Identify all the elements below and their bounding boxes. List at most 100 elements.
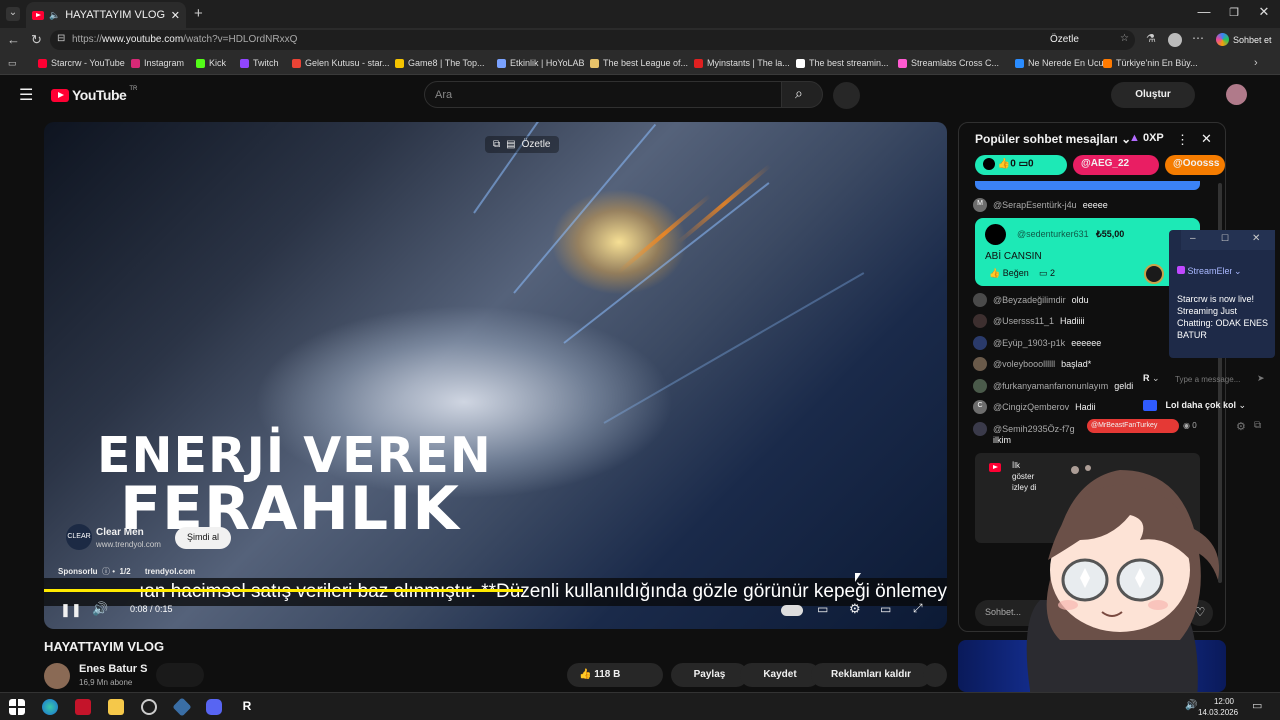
youtube-logo[interactable]: YouTube TR [51,86,137,103]
vpn-app-icon[interactable] [172,697,192,717]
channel-avatar[interactable] [44,663,70,689]
more-actions-button[interactable] [923,663,947,687]
bookmark-item[interactable]: The best League of... [590,58,688,68]
subscribe-button[interactable] [156,663,204,687]
like-button[interactable]: 👍 118 B [567,663,663,687]
search-button[interactable]: ⌕ [781,81,823,108]
riot-client-icon[interactable]: R [239,699,255,715]
steam-like-icon[interactable] [141,699,157,715]
bookmark-item[interactable]: Instagram [131,58,184,68]
chat-message[interactable]: @furkanyamanfanonunlayım geldi [973,379,1133,393]
shop-now-button[interactable]: Şimdi al [175,527,231,549]
reading-list-icon[interactable]: ▭ [8,58,17,69]
video-player[interactable]: ⧉ ▤ Özetle ENERJİ VEREN FERAHLIK CLEAR C… [44,122,947,629]
overlay-close-icon[interactable]: ✕ [1252,233,1260,244]
ozetle-browser-button[interactable]: Özetle [1050,34,1079,45]
overlay-chevron-down-icon[interactable]: ⌄ [1152,373,1160,383]
overlay-minimize-icon[interactable]: – [1190,233,1196,244]
new-tab-icon[interactable]: + [194,5,203,22]
active-tab[interactable]: 🔈 HAYATTAYIM VLOG - YouTube ✕ [26,2,186,28]
chat-author[interactable]: @voleybooollllll [993,359,1055,369]
superchat-replies-button[interactable]: ▭ 2 [1039,268,1055,279]
bookmark-item[interactable]: Ne Nerede En Ucu... [1015,58,1111,68]
fullscreen-icon[interactable]: ⤢ [913,601,923,616]
subtitles-icon[interactable]: ▭ [817,602,828,616]
copilot-button[interactable]: Sohbet et [1216,33,1272,46]
chat-author[interactable]: @Beyzadeğilimdir [993,295,1066,305]
overlay-settings-icon[interactable]: ⚙ [1236,420,1246,433]
windows-start-icon[interactable] [9,699,25,715]
overlay-popout-icon[interactable]: ⧉ [1254,420,1261,431]
bookmark-item[interactable]: Kick [196,58,226,68]
bookmark-item[interactable]: Türkiye'nin En Büy... [1103,58,1198,68]
chat-author[interactable]: @Usersss11_1 [993,316,1054,326]
settings-gear-icon[interactable]: ⚙ [849,601,861,617]
chat-author[interactable]: @CingizQemberov [993,402,1069,412]
file-explorer-icon[interactable] [108,699,124,715]
account-avatar[interactable] [1226,84,1247,105]
overlay-send-icon[interactable]: ➤ [1257,373,1265,384]
advertiser-name[interactable]: Clear Men [96,527,144,538]
reload-icon[interactable]: ↻ [31,32,42,48]
profile-avatar[interactable] [1168,33,1182,47]
edge-browser-icon[interactable] [42,699,58,715]
back-icon[interactable]: ← [7,32,20,47]
speaker-tray-icon[interactable]: 🔊 [1185,700,1197,711]
bookmark-item[interactable]: Etkinlik | HoYoLAB [497,58,585,68]
ozetle-video-chip[interactable]: ⧉ ▤ Özetle [485,136,559,153]
notification-center-icon[interactable]: ▭ [1252,699,1262,712]
chat-message[interactable]: @voleybooollllll başlad* [973,357,1091,371]
bookmark-item[interactable]: Game8 | The Top... [395,58,485,68]
ad-progress-bar[interactable] [44,589,523,592]
bookmark-item[interactable]: Starcrw - YouTube [38,58,125,68]
chat-message[interactable]: M @SerapEsentürk-j4u eeeee [973,198,1108,212]
bookmark-item[interactable]: Streamlabs Cross C... [898,58,999,68]
chat-message[interactable]: @Beyzadeğilimdir oldu [973,293,1089,307]
miniplayer-icon[interactable]: ⧉ [493,139,500,150]
discord-icon[interactable] [206,699,222,715]
xp-badge[interactable]: ▲ 0XP [1129,132,1164,144]
extensions-icon[interactable]: ⚗ [1146,32,1156,45]
jewel-icon[interactable] [1144,264,1164,284]
bookmark-item[interactable]: The best streamin... [796,58,889,68]
share-button[interactable]: Paylaş [671,663,748,687]
ticker-item-0[interactable]: 👍0 ▭0 [975,155,1067,175]
streamelements-header[interactable]: StreamElements ⌄ [1177,266,1263,277]
volume-icon[interactable]: 🔊 [92,601,108,617]
remove-ads-button[interactable]: Reklamları kaldır [811,663,931,687]
overlay-message-input[interactable]: Type a message... [1175,375,1253,384]
chat-author[interactable]: @Eyüp_1903-p1k [993,338,1065,348]
ad-domain[interactable]: trendyol.com [145,567,195,576]
ticker-item-1[interactable]: @AEG_22 [1073,155,1159,175]
chat-message[interactable]: C @CingizQemberov Hadii [973,400,1096,414]
overlay-user-chip[interactable]: @MrBeastFanTurkey [1087,419,1179,433]
chat-author[interactable]: @Semih2935Öz-f7g [993,424,1075,434]
chat-message[interactable]: @Usersss11_1 Hadiiii [973,314,1085,328]
close-window-icon[interactable]: ✕ [1246,4,1280,20]
bookmark-item[interactable]: Gelen Kutusu - star... [292,58,390,68]
menu-dots-icon[interactable]: ⋯ [1192,31,1204,45]
overlay-channel-row[interactable]: Lol daha çok kol ⌄ [1143,400,1246,412]
superchat-card[interactable]: @sedenturker631 ₺55,00 ABİ CANSIN 👍 Beğe… [975,218,1200,286]
hamburger-menu-icon[interactable]: ☰ [19,85,33,105]
overlay-maximize-icon[interactable]: ☐ [1221,233,1229,244]
chat-message[interactable]: @Semih2935Öz-f7g ilkim [973,422,1075,445]
chat-menu-icon[interactable]: ⋮ [1176,132,1189,148]
close-tab-icon[interactable]: ✕ [171,9,180,22]
chat-mode-dropdown[interactable]: Popüler sohbet mesajları ⌄ [975,132,1131,146]
amd-software-icon[interactable] [75,699,91,715]
pause-icon[interactable]: ❚❚ [60,602,82,618]
advertiser-logo[interactable]: CLEAR [66,524,92,550]
chat-message[interactable]: @Eyüp_1903-p1k eeeeee [973,336,1101,350]
channel-name[interactable]: Enes Batur S [79,663,147,675]
taskbar-clock[interactable]: 12:00 14.03.2026 [1198,696,1238,718]
chat-author[interactable]: @furkanyamanfanonunlayım [993,381,1108,391]
site-info-icon[interactable]: ⊟ [57,33,65,44]
favorite-star-icon[interactable]: ☆ [1120,33,1129,44]
voice-search-button[interactable] [833,82,860,109]
chat-author[interactable]: @SerapEsentürk-j4u [993,200,1077,210]
search-input[interactable]: Ara [424,81,782,108]
close-chat-icon[interactable]: ✕ [1201,131,1212,147]
bookmark-item[interactable]: Myinstants | The la... [694,58,790,68]
bookmark-item[interactable]: Twitch [240,58,279,68]
